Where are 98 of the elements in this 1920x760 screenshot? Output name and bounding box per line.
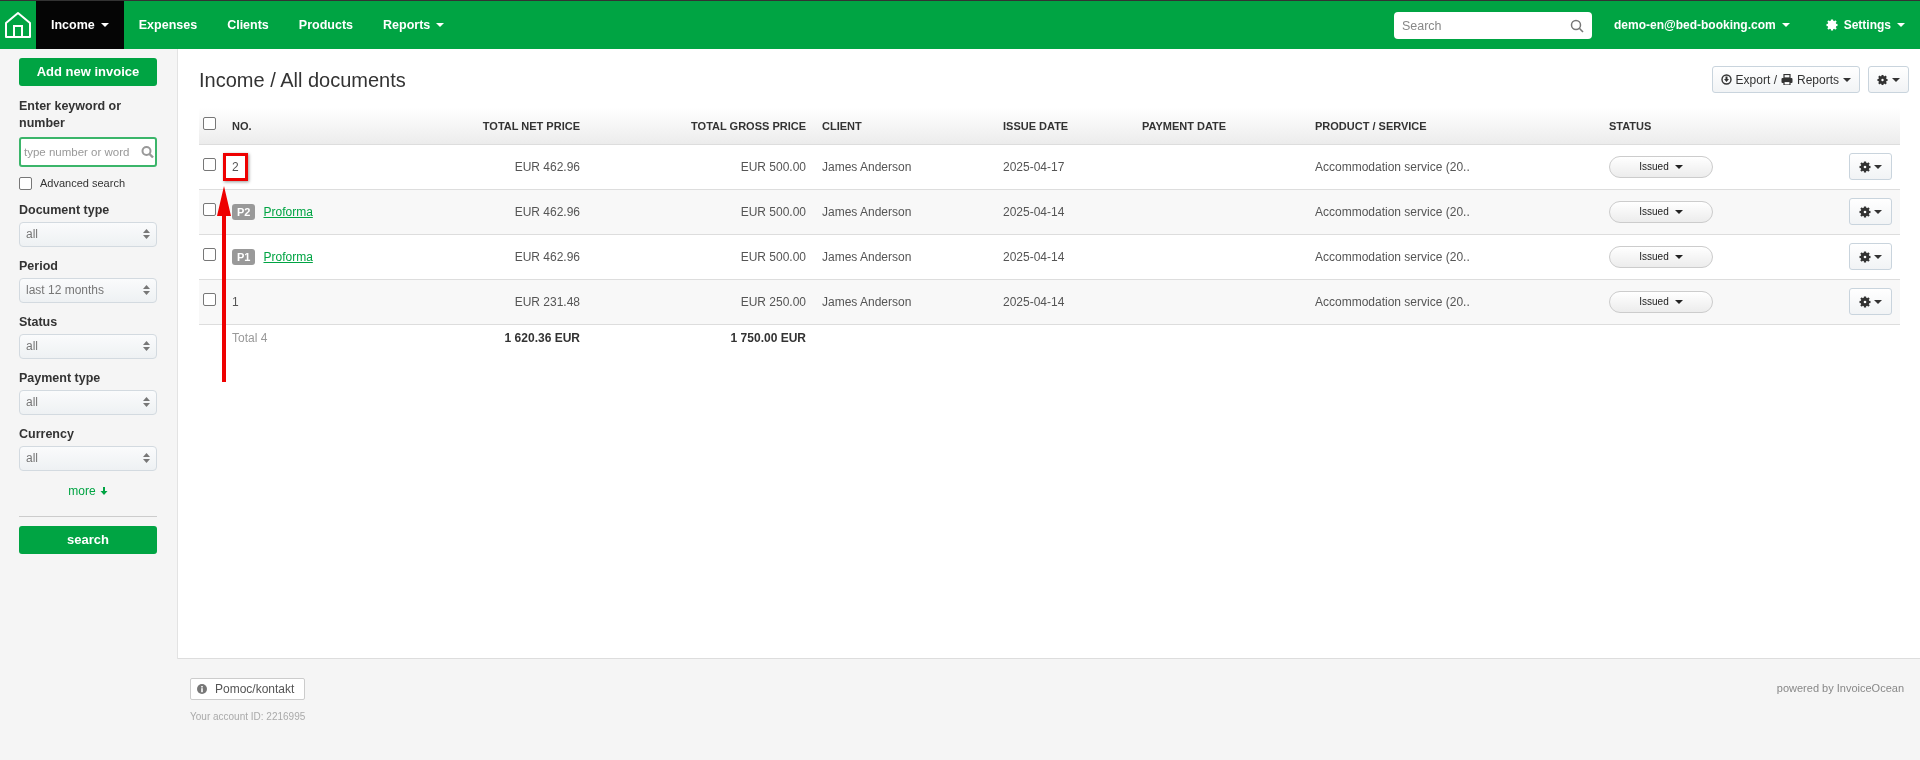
table-cell: EUR 462.96 <box>514 249 580 264</box>
status-dropdown[interactable]: Issued <box>1609 290 1713 313</box>
gear-icon <box>1859 160 1871 173</box>
add-invoice-button[interactable]: Add new invoice <box>19 58 157 86</box>
table-cell: James Anderson <box>822 159 912 174</box>
sort-arrows-icon <box>143 229 150 239</box>
table-cell: Accommodation service (20.. <box>1315 159 1470 174</box>
table-cell: 2025-04-14 <box>1003 249 1065 264</box>
settings-button[interactable] <box>1868 66 1909 93</box>
filter-label: Currency <box>19 425 75 443</box>
nav-tab[interactable]: Clients <box>212 1 284 49</box>
gear-icon <box>1859 205 1871 218</box>
sort-arrows-icon <box>143 397 150 407</box>
nav-tab[interactable]: Income <box>36 1 124 49</box>
table-cell: EUR 231.48 <box>514 294 580 309</box>
document-number[interactable]: 2 <box>223 152 248 181</box>
table-cell: EUR 500.00 <box>740 249 806 264</box>
column-header: STATUS <box>1609 119 1652 132</box>
table-cell: James Anderson <box>822 249 912 264</box>
gear-icon <box>1877 73 1888 86</box>
filter-select[interactable]: all <box>19 221 157 247</box>
keyword-field[interactable]: type number or word <box>19 137 157 167</box>
advanced-search-label: Advanced search <box>40 176 125 191</box>
filter-label: Payment type <box>19 369 102 387</box>
account-id: Your account ID: 2216995 <box>190 710 306 724</box>
more-link[interactable]: more <box>68 481 108 500</box>
page-title: Income / All documents <box>199 67 406 92</box>
nav-tab[interactable]: Expenses <box>123 1 213 49</box>
column-header: PAYMENT DATE <box>1142 119 1227 132</box>
total-count: Total 4 <box>232 331 268 346</box>
row-checkbox[interactable] <box>203 157 216 171</box>
row-actions-button[interactable] <box>1849 288 1892 315</box>
column-header: NO. <box>232 119 252 132</box>
search-field[interactable]: Search <box>1393 12 1592 39</box>
filter-select[interactable]: all <box>19 445 157 471</box>
filter-label: Status <box>19 313 59 331</box>
gear-icon <box>1859 295 1871 308</box>
table-cell: EUR 500.00 <box>740 204 806 219</box>
table-cell: EUR 250.00 <box>740 294 806 309</box>
table-cell: 2025-04-14 <box>1003 294 1065 309</box>
filter-select[interactable]: last 12 months <box>19 277 157 303</box>
keyword-label: Enter keyword or number <box>19 98 123 132</box>
column-header: TOTAL NET PRICE <box>482 119 580 132</box>
proforma-link[interactable]: Proforma <box>263 249 313 264</box>
advanced-search-checkbox[interactable] <box>19 176 32 190</box>
search-icon <box>1569 18 1584 33</box>
row-checkbox[interactable] <box>203 292 216 306</box>
search-button[interactable]: search <box>19 525 157 554</box>
nav-tab[interactable]: Reports <box>368 1 460 49</box>
help-contact-button[interactable]: Pomoc/kontakt <box>190 678 306 700</box>
powered-by: powered by InvoiceOcean <box>1776 681 1904 696</box>
column-header: TOTAL GROSS PRICE <box>691 119 806 132</box>
sort-arrows-icon <box>143 453 150 463</box>
table-cell: 2025-04-14 <box>1003 204 1065 219</box>
sort-arrows-icon <box>143 285 150 295</box>
row-checkbox[interactable] <box>203 202 216 216</box>
export-reports-button[interactable]: Export / Reports <box>1711 66 1860 93</box>
document-number[interactable]: 1 <box>232 294 239 309</box>
download-icon <box>1720 74 1732 85</box>
status-dropdown[interactable]: Issued <box>1609 155 1713 178</box>
table-cell: James Anderson <box>822 294 912 309</box>
row-actions-button[interactable] <box>1849 198 1892 225</box>
column-header: ISSUE DATE <box>1003 119 1069 132</box>
arrow-down-icon <box>99 486 108 495</box>
row-checkbox[interactable] <box>203 247 216 261</box>
table-cell: EUR 500.00 <box>740 159 806 174</box>
status-dropdown[interactable]: Issued <box>1609 200 1713 223</box>
proforma-link[interactable]: Proforma <box>263 204 313 219</box>
printer-icon <box>1780 74 1793 85</box>
document-badge: P1 <box>232 248 256 265</box>
select-all-checkbox[interactable] <box>203 117 216 130</box>
filter-label: Period <box>19 257 59 275</box>
table-cell: 2025-04-17 <box>1003 159 1065 174</box>
table-cell: Accommodation service (20.. <box>1315 294 1470 309</box>
row-actions-button[interactable] <box>1849 153 1892 180</box>
column-header: PRODUCT / SERVICE <box>1315 119 1427 132</box>
sort-arrows-icon <box>143 341 150 351</box>
column-header: CLIENT <box>822 119 862 132</box>
document-badge: P2 <box>232 203 256 220</box>
search-icon <box>141 145 154 159</box>
table-cell: EUR 462.96 <box>514 159 580 174</box>
info-icon <box>197 684 207 694</box>
filter-select[interactable]: all <box>19 333 157 359</box>
gear-icon <box>1859 250 1871 263</box>
table-cell: Accommodation service (20.. <box>1315 204 1470 219</box>
total-amount: 1 620.36 EUR <box>504 331 580 346</box>
filter-label: Document type <box>19 201 111 219</box>
table-cell: EUR 462.96 <box>514 204 580 219</box>
nav-tab[interactable]: Products <box>283 1 368 49</box>
table-cell: Accommodation service (20.. <box>1315 249 1470 264</box>
table-cell: James Anderson <box>822 204 912 219</box>
settings-menu[interactable]: Settings <box>1810 1 1920 49</box>
row-actions-button[interactable] <box>1849 243 1892 270</box>
gear-icon <box>1825 19 1838 31</box>
status-dropdown[interactable]: Issued <box>1609 245 1713 268</box>
total-amount: 1 750.00 EUR <box>730 331 806 346</box>
user-menu[interactable]: demo-en@bed-booking.com <box>1598 1 1805 49</box>
filter-select[interactable]: all <box>19 389 157 415</box>
